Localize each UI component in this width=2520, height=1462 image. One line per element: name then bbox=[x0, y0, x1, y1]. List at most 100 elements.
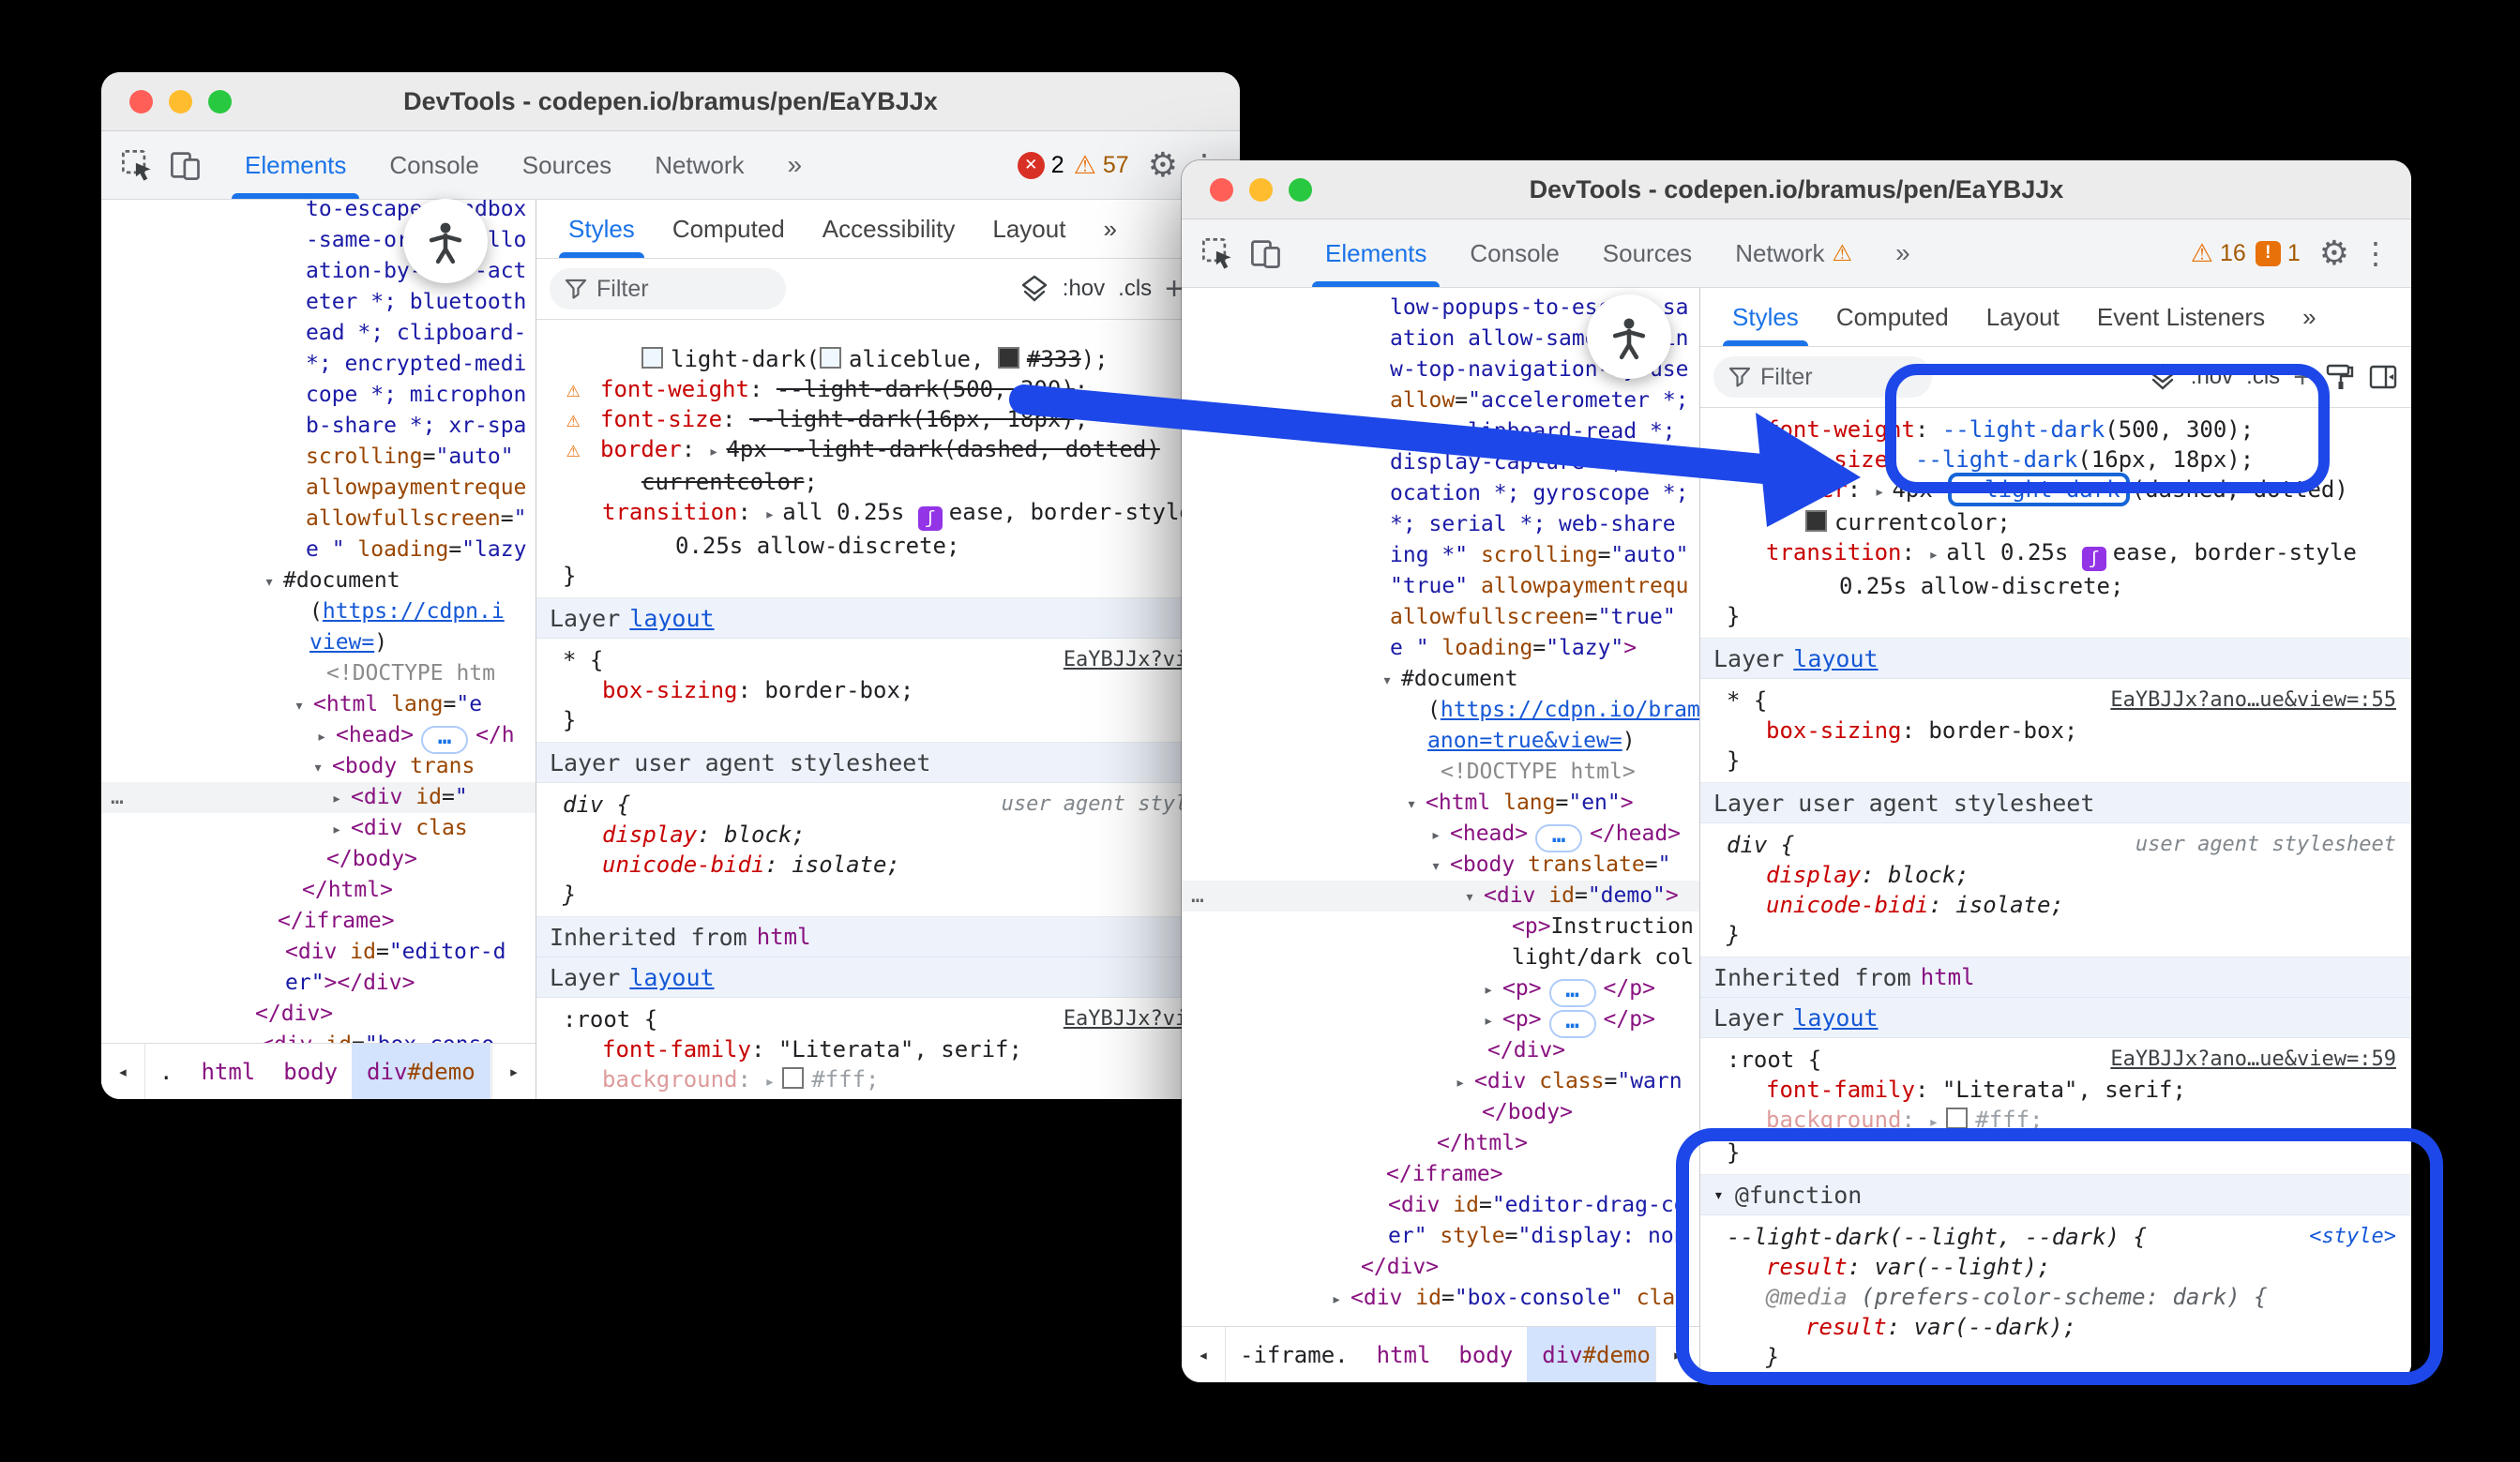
sidebar-tab-computed[interactable]: Computed bbox=[669, 200, 789, 258]
dom-tree-line[interactable]: </html> bbox=[1182, 1128, 1699, 1159]
style-declaration[interactable]: } bbox=[1713, 746, 2402, 776]
style-declaration[interactable]: background: ▸#fff; bbox=[1713, 1105, 2402, 1138]
layer-link[interactable]: layout bbox=[1793, 645, 1878, 672]
tab-sources[interactable]: Sources bbox=[1597, 219, 1698, 287]
tree-expand-icon[interactable]: ▾ bbox=[1422, 851, 1450, 882]
dom-tree-line[interactable]: ▸<p>…</p> bbox=[1182, 973, 1699, 1004]
sidebar-tab-layout[interactable]: Layout bbox=[1983, 288, 2063, 346]
tree-expand-icon[interactable]: ▾ bbox=[304, 752, 332, 783]
breadcrumb-item[interactable]: body bbox=[1458, 1342, 1513, 1368]
dom-tree-line[interactable]: </iframe> bbox=[1182, 1159, 1699, 1190]
filter-input[interactable]: Filter bbox=[1713, 356, 1932, 398]
style-declaration[interactable]: currentcolor; bbox=[550, 467, 1230, 497]
sidebar-tab-event-listeners[interactable]: Event Listeners bbox=[2093, 288, 2269, 346]
style-declaration[interactable]: } bbox=[1713, 1342, 2402, 1372]
stylesheet-source-link[interactable]: <style> bbox=[2309, 1222, 2396, 1252]
maximize-button[interactable] bbox=[208, 90, 232, 113]
style-declaration[interactable]: box-sizing: border-box; bbox=[550, 675, 1230, 705]
color-swatch[interactable] bbox=[1946, 1108, 1968, 1129]
sidebar-tab-styles[interactable]: Styles bbox=[565, 200, 639, 258]
resource-link[interactable]: view= bbox=[309, 630, 374, 655]
stylesheet-source-link[interactable]: EaYBJJx?ano…ue&view=:55 bbox=[2110, 686, 2396, 716]
device-toolbar-icon[interactable] bbox=[1245, 233, 1287, 274]
element-classes-button[interactable]: .cls bbox=[2246, 364, 2280, 390]
style-declaration[interactable]: :root {EaYBJJx?ano…ue&view=:59 bbox=[1713, 1045, 2402, 1075]
breadcrumb-scroll-left[interactable]: ◂ bbox=[101, 1044, 145, 1099]
dom-tree-line[interactable]: (https://cdpn.io/bram bbox=[1182, 695, 1699, 726]
style-declaration[interactable]: } bbox=[1713, 601, 2402, 631]
warn-badge[interactable]: ⚠57 bbox=[1074, 152, 1129, 179]
dom-tree-line[interactable]: *; encrypted-medi bbox=[101, 349, 536, 380]
dom-tree-line[interactable]: cope *; microphon bbox=[101, 380, 536, 411]
dom-tree-line[interactable]: e " loading="lazy"> bbox=[1182, 633, 1699, 664]
gear-icon[interactable]: ⚙ bbox=[2319, 234, 2349, 273]
tree-expand-icon[interactable]: ▾ bbox=[1397, 789, 1426, 820]
style-declaration[interactable]: } bbox=[1713, 1138, 2402, 1168]
dom-tree-line[interactable]: scrolling="auto" bbox=[101, 442, 536, 473]
breadcrumb-item[interactable]: div#demo bbox=[352, 1044, 490, 1099]
dom-tree-line[interactable]: ing *" scrolling="auto" bbox=[1182, 540, 1699, 571]
tree-expand-icon[interactable]: ▾ bbox=[1456, 882, 1484, 912]
style-declaration[interactable]: light-dark(aliceblue, #333); bbox=[550, 344, 1230, 374]
style-declaration[interactable]: font-family: "Literata", serif; bbox=[1713, 1075, 2402, 1105]
resource-link[interactable]: https://cdpn.i bbox=[323, 599, 505, 624]
expand-shorthand-icon[interactable]: ▸ bbox=[1928, 545, 1946, 565]
resource-link[interactable]: anon=true&view= bbox=[1427, 729, 1622, 753]
layer-link[interactable]: layout bbox=[1793, 1004, 1878, 1032]
window-titlebar[interactable]: DevTools - codepen.io/bramus/pen/EaYBJJx bbox=[101, 72, 1240, 131]
dom-tree-line[interactable]: <div id="editor-drag-co bbox=[1182, 1190, 1699, 1221]
dom-tree-line[interactable]: e " loading="lazy bbox=[101, 535, 536, 565]
tab-network[interactable]: Network bbox=[649, 131, 749, 199]
new-style-rule-icon[interactable]: + bbox=[2293, 361, 2312, 393]
style-declaration[interactable]: font-weight: --light-dark(500, 300); bbox=[1713, 414, 2402, 445]
style-declaration[interactable]: 0.25s allow-discrete; bbox=[550, 531, 1230, 561]
style-declaration[interactable]: * {EaYBJJx?view= bbox=[550, 645, 1230, 675]
layer-link[interactable]: layout bbox=[629, 605, 714, 632]
kebab-menu-icon[interactable]: ⋮ bbox=[2361, 235, 2391, 271]
dom-tree-line[interactable]: view=) bbox=[101, 627, 536, 658]
dom-tree-line[interactable]: allowfullscreen=" bbox=[101, 504, 536, 535]
function-section-header[interactable]: ▾@function bbox=[1700, 1175, 2411, 1215]
color-swatch[interactable] bbox=[641, 347, 663, 369]
dom-tree-line[interactable]: allowfullscreen="true" bbox=[1182, 602, 1699, 633]
expand-inline-icon[interactable]: … bbox=[1535, 824, 1582, 852]
dom-tree-line[interactable]: </div> bbox=[101, 999, 536, 1030]
tree-expand-icon[interactable]: ▸ bbox=[1474, 1005, 1502, 1036]
warn-badge[interactable]: ⚠16 bbox=[2191, 240, 2246, 267]
dom-tree-line[interactable]: ▾<body trans bbox=[101, 751, 536, 782]
tree-expand-icon[interactable]: ▸ bbox=[323, 783, 351, 814]
error-badge[interactable]: ✕2 bbox=[1018, 152, 1064, 179]
dom-tree-line[interactable]: </body> bbox=[1182, 1097, 1699, 1128]
tree-expand-icon[interactable]: ▾ bbox=[255, 566, 283, 597]
minimize-button[interactable] bbox=[1249, 178, 1273, 202]
style-declaration[interactable]: div {user agent stylesheet bbox=[1713, 830, 2402, 860]
tree-expand-icon[interactable]: ▸ bbox=[308, 721, 336, 752]
tab-elements[interactable]: Elements bbox=[239, 131, 352, 199]
dom-tree-line[interactable]: (https://cdpn.i bbox=[101, 596, 536, 627]
style-declaration[interactable]: } bbox=[1713, 920, 2402, 950]
sidebar-tab-layout[interactable]: Layout bbox=[988, 200, 1069, 258]
breadcrumb-item[interactable]: html bbox=[201, 1059, 255, 1085]
dom-tree-line[interactable]: "true" allowpaymentrequ bbox=[1182, 571, 1699, 602]
close-button[interactable] bbox=[1210, 178, 1233, 202]
style-declaration[interactable]: * {EaYBJJx?ano…ue&view=:55 bbox=[1713, 686, 2402, 716]
expand-inline-icon[interactable]: … bbox=[1549, 979, 1596, 1007]
dom-tree-line[interactable]: ▸<div id="box-conso bbox=[101, 1030, 536, 1043]
layer-link[interactable]: layout bbox=[629, 964, 714, 991]
issue-badge[interactable]: !1 bbox=[2256, 240, 2301, 267]
style-declaration[interactable]: result: var(--light); bbox=[1713, 1252, 2402, 1282]
style-declaration[interactable]: background: ▸#fff; bbox=[550, 1064, 1230, 1097]
dom-tree-line[interactable]: </body> bbox=[101, 844, 536, 875]
style-declaration[interactable]: font-family: "Literata", serif; bbox=[550, 1034, 1230, 1064]
breadcrumb-scroll-right[interactable]: ▸ bbox=[1655, 1327, 1699, 1382]
style-declaration[interactable]: } bbox=[550, 561, 1230, 591]
dom-tree-line[interactable]: allowpaymentreque bbox=[101, 473, 536, 504]
color-swatch[interactable] bbox=[782, 1067, 804, 1089]
toggle-element-state-button[interactable]: :hov bbox=[2191, 364, 2233, 390]
hidden-elements-icon[interactable]: … bbox=[1191, 881, 1205, 912]
dom-tree-line[interactable]: ▸<div class="warn bbox=[1182, 1066, 1699, 1097]
resource-link[interactable]: https://cdpn.io/bram bbox=[1441, 698, 1699, 722]
filter-input[interactable]: Filter bbox=[550, 268, 786, 309]
dom-tree-line[interactable]: </div> bbox=[1182, 1252, 1699, 1283]
sidebar-tab-computed[interactable]: Computed bbox=[1833, 288, 1953, 346]
